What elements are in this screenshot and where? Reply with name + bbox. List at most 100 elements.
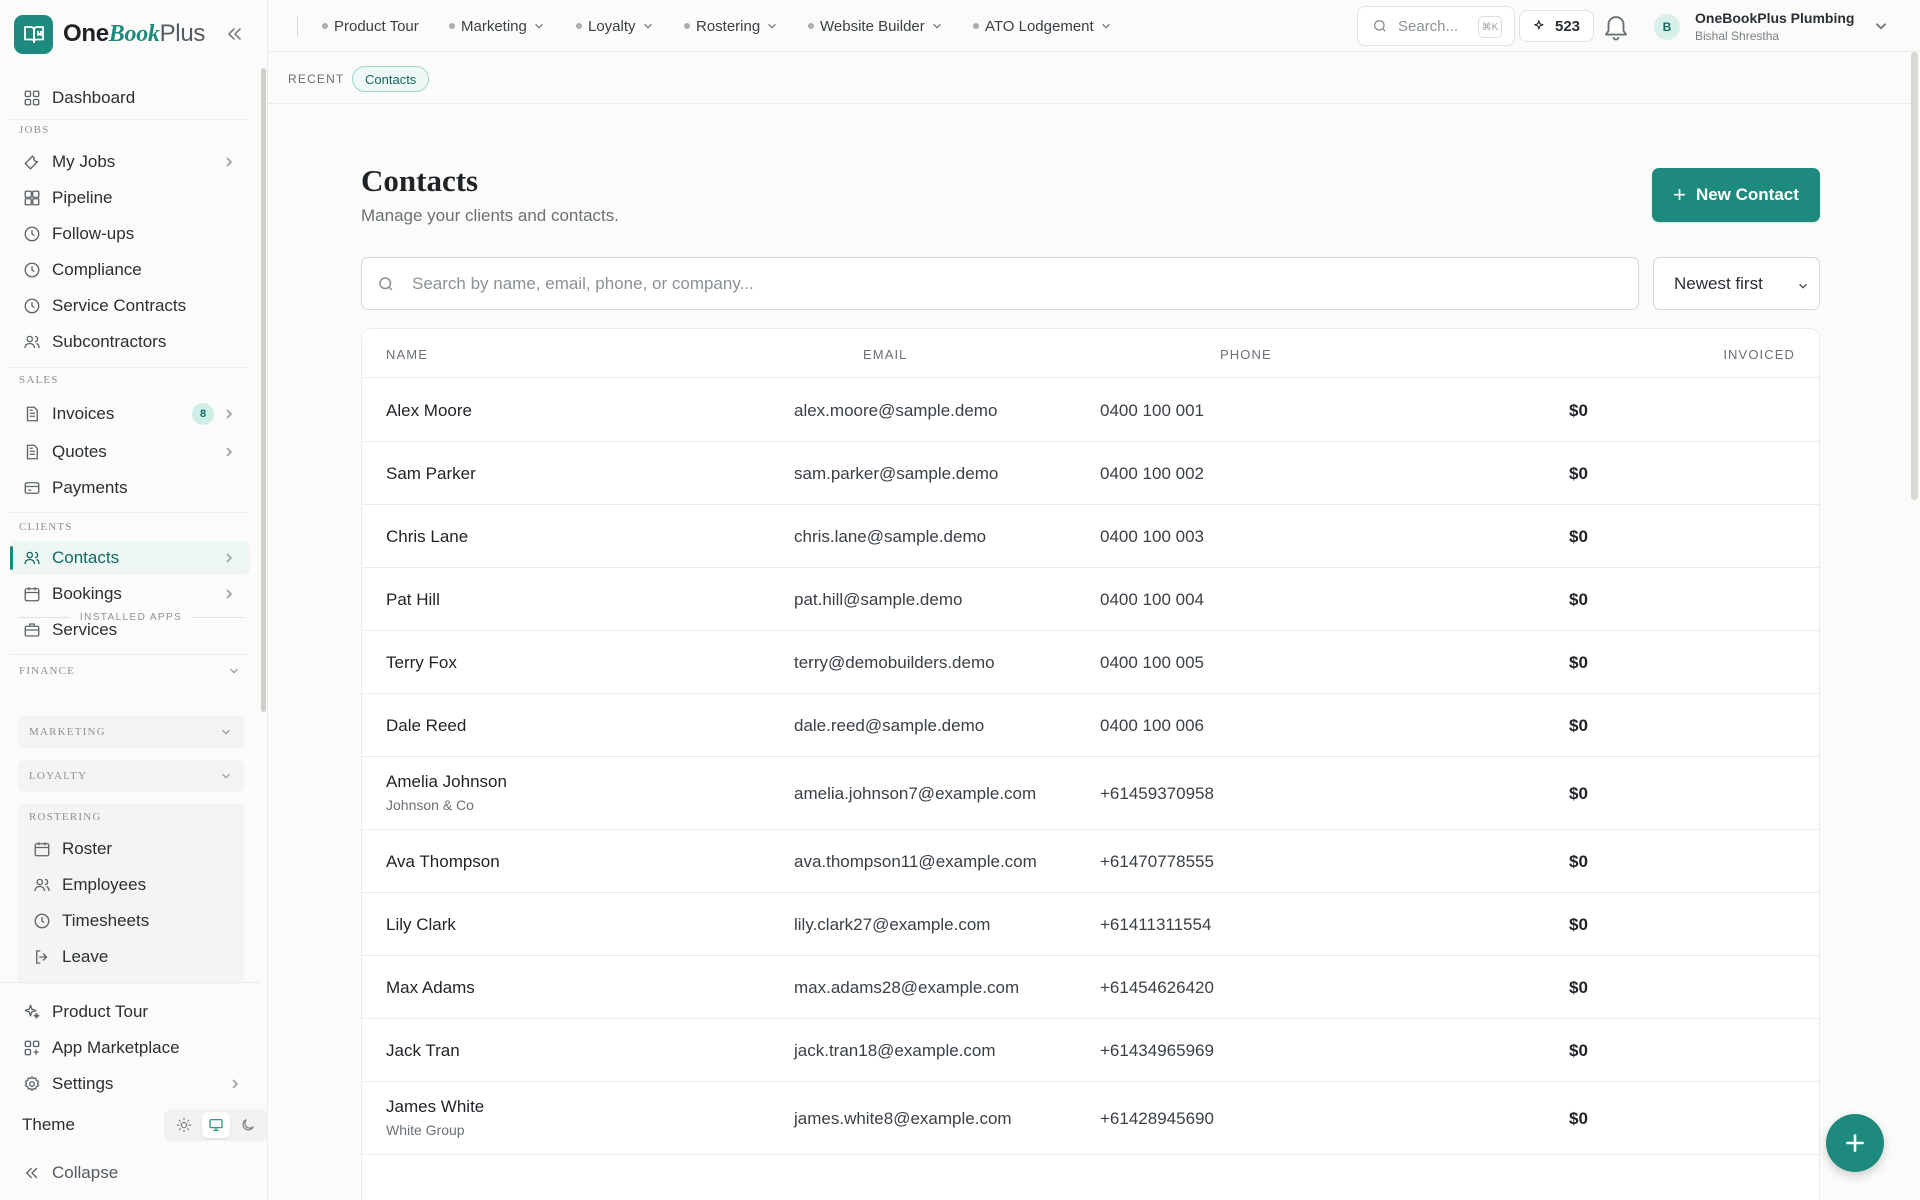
contact-invoiced: $0 — [1569, 464, 1588, 483]
global-search-input[interactable]: Search... ⌘K — [1357, 6, 1515, 46]
sidebar-collapse-button[interactable]: Collapse — [10, 1156, 250, 1190]
contact-name: Amelia Johnson — [386, 772, 507, 791]
contacts-search-input[interactable]: Search by name, email, phone, or company… — [361, 257, 1639, 310]
contact-email[interactable]: lily.clark27@example.com — [794, 915, 990, 935]
contact-invoiced: $0 — [1569, 590, 1588, 609]
sidebar-item-dashboard[interactable]: Dashboard — [10, 81, 250, 115]
sidebar-item-quotes[interactable]: Quotes — [10, 435, 250, 469]
group-marketing[interactable]: MARKETING — [18, 716, 244, 748]
contact-email[interactable]: max.adams28@example.com — [794, 978, 1019, 998]
sidebar-item-roster[interactable]: Roster — [20, 832, 240, 866]
top-menu-marketing[interactable]: Marketing — [449, 0, 545, 52]
sidebar-item-pipeline[interactable]: Pipeline — [10, 181, 250, 215]
top-menu-website-builder[interactable]: Website Builder — [808, 0, 943, 52]
top-menu-label: Website Builder — [820, 17, 925, 35]
sidebar-item-settings[interactable]: Settings — [10, 1067, 250, 1101]
account-name[interactable]: OneBookPlus Plumbing — [1695, 10, 1854, 26]
chevrons-left-icon[interactable] — [224, 22, 244, 46]
theme-toggle[interactable] — [164, 1109, 268, 1141]
contact-email[interactable]: ava.thompson11@example.com — [794, 852, 1037, 872]
sidebar-item-label: My Jobs — [52, 152, 116, 171]
sidebar-item-bookings[interactable]: Bookings — [10, 577, 250, 611]
floating-add-button[interactable] — [1826, 1114, 1884, 1172]
sidebar-item-app-marketplace[interactable]: App Marketplace — [10, 1031, 250, 1065]
column-header-email[interactable]: EMAIL — [863, 347, 908, 362]
recent-chip-contacts[interactable]: Contacts — [352, 66, 430, 92]
bell-icon[interactable] — [1601, 12, 1631, 42]
table-row[interactable]: Chris Lane chris.lane@sample.demo 0400 100… — [362, 505, 1819, 568]
table-row[interactable]: Jack Tran jack.tran18@example.com +6143496… — [362, 1019, 1819, 1082]
chevron-right-icon — [226, 409, 233, 419]
column-header-name[interactable]: NAME — [386, 347, 428, 362]
new-contact-button[interactable]: + New Contact — [1652, 168, 1820, 222]
table-row[interactable]: James White james.white8@example.com +6142… — [362, 1082, 1819, 1155]
contact-email[interactable]: alex.moore@sample.demo — [794, 401, 997, 421]
sidebar-item-my-jobs[interactable]: My Jobs — [10, 145, 250, 179]
sidebar-item-product-tour[interactable]: Product Tour — [10, 995, 250, 1029]
column-header-invoiced[interactable]: INVOICED — [1723, 347, 1795, 362]
page-scrollbar[interactable] — [1911, 52, 1918, 500]
brand[interactable]: OneBookPlus — [14, 14, 205, 54]
dot-icon — [449, 23, 455, 29]
contact-email[interactable]: sam.parker@sample.demo — [794, 464, 998, 484]
contact-email[interactable]: dale.reed@sample.demo — [794, 716, 984, 736]
table-row[interactable]: Ava Thompson ava.thompson11@example.com +6… — [362, 830, 1819, 893]
contact-phone: +61434965969 — [1100, 1041, 1214, 1060]
sidebar-item-service-contracts[interactable]: Service Contracts — [10, 289, 250, 323]
table-row[interactable]: Alex Moore alex.moore@sample.demo 0400 100… — [362, 379, 1819, 442]
sidebar-item-employees[interactable]: Employees — [20, 868, 240, 902]
sort-select[interactable]: Newest first — [1653, 257, 1820, 310]
sun-icon[interactable] — [170, 1112, 198, 1138]
sidebar-item-subcontractors[interactable]: Subcontractors — [10, 325, 250, 359]
section-label-finance[interactable]: FINANCE — [19, 665, 75, 677]
contact-email[interactable]: pat.hill@sample.demo — [794, 590, 962, 610]
apps-icon — [24, 1040, 40, 1056]
theme-label: Theme — [22, 1115, 75, 1134]
contact-company: Johnson & Co — [386, 797, 474, 813]
chevron-down-icon — [1799, 283, 1807, 289]
contact-phone: 0400 100 003 — [1100, 527, 1204, 546]
table-row[interactable]: Pat Hill pat.hill@sample.demo 0400 100 004… — [362, 568, 1819, 631]
sidebar-item-contacts[interactable]: Contacts — [10, 541, 250, 575]
top-menu-product-tour[interactable]: Product Tour — [322, 0, 419, 52]
table-row[interactable]: Max Adams max.adams28@example.com +6145462… — [362, 956, 1819, 1019]
contact-email[interactable]: terry@demobuilders.demo — [794, 653, 995, 673]
table-row[interactable]: Sam Parker sam.parker@sample.demo 0400 100… — [362, 442, 1819, 505]
sidebar-item-invoices[interactable]: Invoices 8 — [10, 397, 250, 431]
top-menu-loyalty[interactable]: Loyalty — [576, 0, 654, 52]
contact-email[interactable]: amelia.johnson7@example.com — [794, 784, 1036, 804]
sidebar-item-timesheets[interactable]: Timesheets — [20, 904, 240, 938]
group-loyalty[interactable]: LOYALTY — [18, 760, 244, 792]
column-header-phone[interactable]: PHONE — [1220, 347, 1272, 362]
moon-icon[interactable] — [234, 1112, 262, 1138]
table-row[interactable]: Amelia Johnson amelia.johnson7@example.co… — [362, 757, 1819, 830]
sidebar-item-leave[interactable]: Leave — [20, 940, 240, 974]
monitor-icon[interactable] — [202, 1112, 230, 1138]
sidebar-item-compliance[interactable]: Compliance — [10, 253, 250, 287]
clock-icon — [34, 913, 50, 929]
sidebar-item-label: Employees — [62, 875, 147, 894]
top-menu-ato-lodgement[interactable]: ATO Lodgement — [973, 0, 1112, 52]
table-row[interactable]: Terry Fox terry@demobuilders.demo 0400 100… — [362, 631, 1819, 694]
dot-icon — [808, 23, 814, 29]
invoices-count-badge: 8 — [192, 403, 214, 425]
chevron-right-icon — [226, 553, 233, 563]
sidebar-item-follow-ups[interactable]: Follow-ups — [10, 217, 250, 251]
table-row[interactable]: Lily Clark lily.clark27@example.com +61411… — [362, 893, 1819, 956]
contact-phone: +61459370958 — [1100, 784, 1214, 803]
search-icon — [1374, 20, 1386, 32]
table-row[interactable]: Dale Reed dale.reed@sample.demo 0400 100 0… — [362, 694, 1819, 757]
top-menu-rostering[interactable]: Rostering — [684, 0, 778, 52]
chevron-down-icon[interactable] — [228, 665, 240, 677]
chevron-right-icon — [232, 1079, 239, 1089]
account-avatar[interactable]: B — [1654, 14, 1680, 40]
sidebar-item-payments[interactable]: Payments — [10, 471, 250, 505]
contact-email[interactable]: jack.tran18@example.com — [794, 1041, 996, 1061]
top-menu-label: Product Tour — [334, 17, 419, 35]
contact-email[interactable]: james.white8@example.com — [794, 1109, 1012, 1129]
contact-email[interactable]: chris.lane@sample.demo — [794, 527, 986, 547]
credits-button[interactable]: 523 — [1519, 10, 1594, 42]
brand-name: OneBookPlus — [63, 20, 206, 47]
sidebar-scrollbar[interactable] — [261, 68, 266, 712]
chevron-down-icon[interactable] — [1873, 18, 1889, 34]
